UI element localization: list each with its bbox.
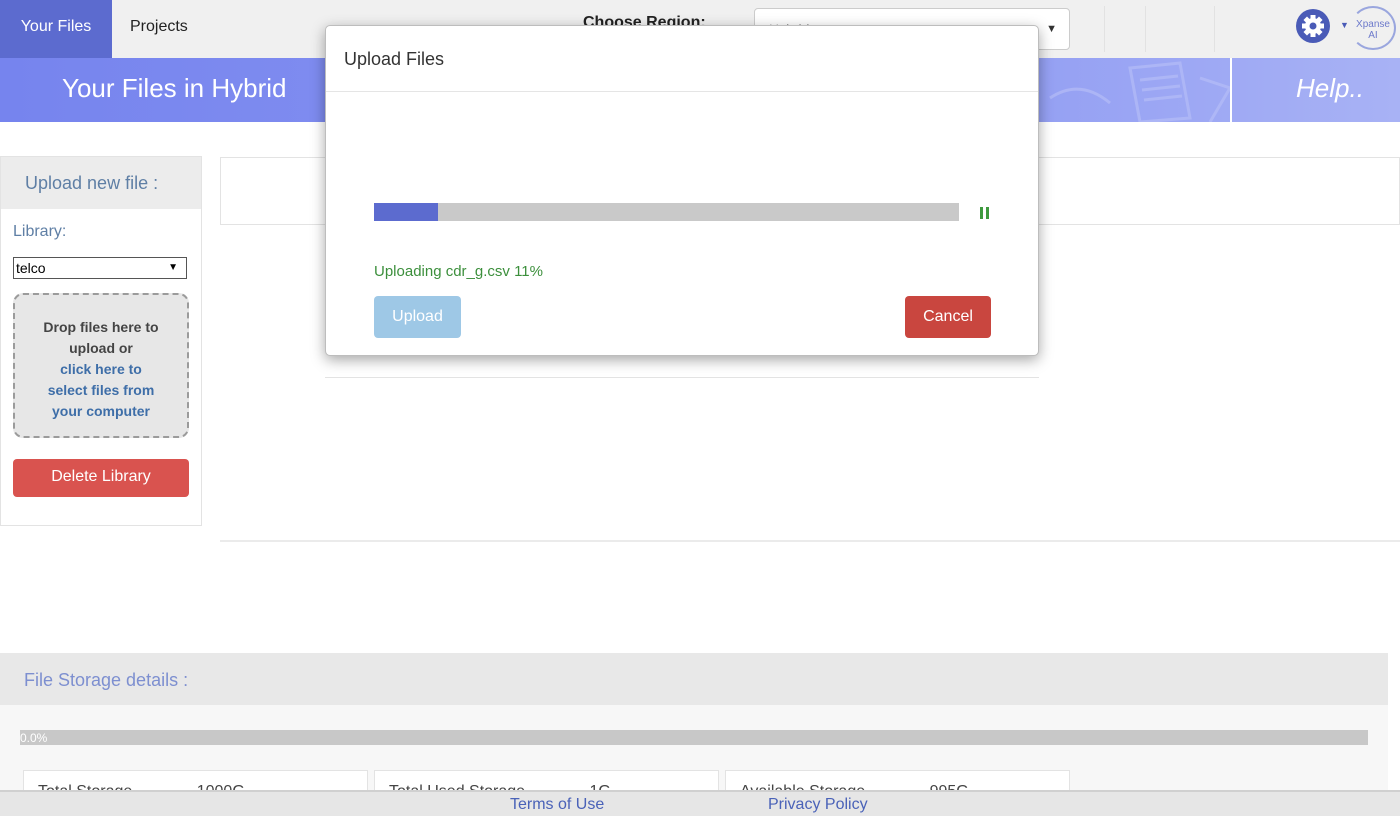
dropzone-link[interactable]: click here to: [15, 359, 187, 380]
storage-heading: File Storage details :: [0, 653, 1388, 705]
dropzone-link[interactable]: your computer: [15, 401, 187, 422]
page-title: Your Files in Hybrid: [62, 73, 287, 103]
storage-details: File Storage details : 0.0% Total Storag…: [0, 653, 1388, 810]
storage-usage-bar: 0.0%: [20, 730, 1368, 745]
xpanse-logo: Xpanse AI: [1350, 6, 1396, 50]
dropzone-text: Drop files here to: [43, 319, 159, 335]
caret-down-icon: ▼: [1046, 23, 1057, 35]
cancel-button[interactable]: Cancel: [905, 296, 991, 338]
dropzone-text: upload or: [69, 340, 133, 356]
library-select[interactable]: telco ▼: [13, 257, 187, 279]
upload-modal: Upload Files Uploading cdr_g.csv 11% Upl…: [325, 25, 1039, 356]
delete-library-button[interactable]: Delete Library: [13, 459, 189, 497]
tab-your-files[interactable]: Your Files: [0, 0, 112, 58]
footer: Terms of Use Privacy Policy: [0, 790, 1400, 816]
upload-button[interactable]: Upload: [374, 296, 461, 338]
divider: [220, 540, 1400, 542]
upload-panel: Upload new file : Library: telco ▼ Drop …: [0, 156, 202, 526]
caret-down-icon: ▼: [168, 262, 178, 273]
gear-icon[interactable]: [1295, 8, 1331, 44]
nav-divider: [1145, 6, 1146, 52]
divider: [325, 377, 1039, 378]
tab-projects[interactable]: Projects: [112, 0, 206, 58]
library-label: Library:: [13, 223, 67, 240]
upload-status: Uploading cdr_g.csv 11%: [374, 263, 543, 280]
terms-link[interactable]: Terms of Use: [510, 796, 604, 814]
help-link[interactable]: Help..: [1296, 73, 1364, 104]
upload-heading: Upload new file :: [1, 157, 201, 209]
chevron-down-icon[interactable]: ▼: [1340, 20, 1349, 30]
privacy-link[interactable]: Privacy Policy: [768, 796, 868, 814]
upload-progress-bar: [374, 203, 959, 221]
logo-text-line1: Xpanse: [1356, 19, 1390, 30]
nav-divider: [1214, 6, 1215, 52]
logo-text-line2: AI: [1368, 30, 1378, 41]
banner-divider: [1230, 58, 1232, 122]
file-dropzone[interactable]: Drop files here to upload or click here …: [13, 293, 189, 438]
library-value: telco: [16, 260, 46, 276]
pause-icon[interactable]: [980, 207, 992, 219]
document-illustration-icon: [1049, 61, 1233, 122]
nav-divider: [1104, 6, 1105, 52]
upload-progress-fill: [374, 203, 439, 221]
storage-usage-percent: 0.0%: [20, 731, 48, 745]
modal-title: Upload Files: [326, 26, 1038, 92]
dropzone-link[interactable]: select files from: [15, 380, 187, 401]
